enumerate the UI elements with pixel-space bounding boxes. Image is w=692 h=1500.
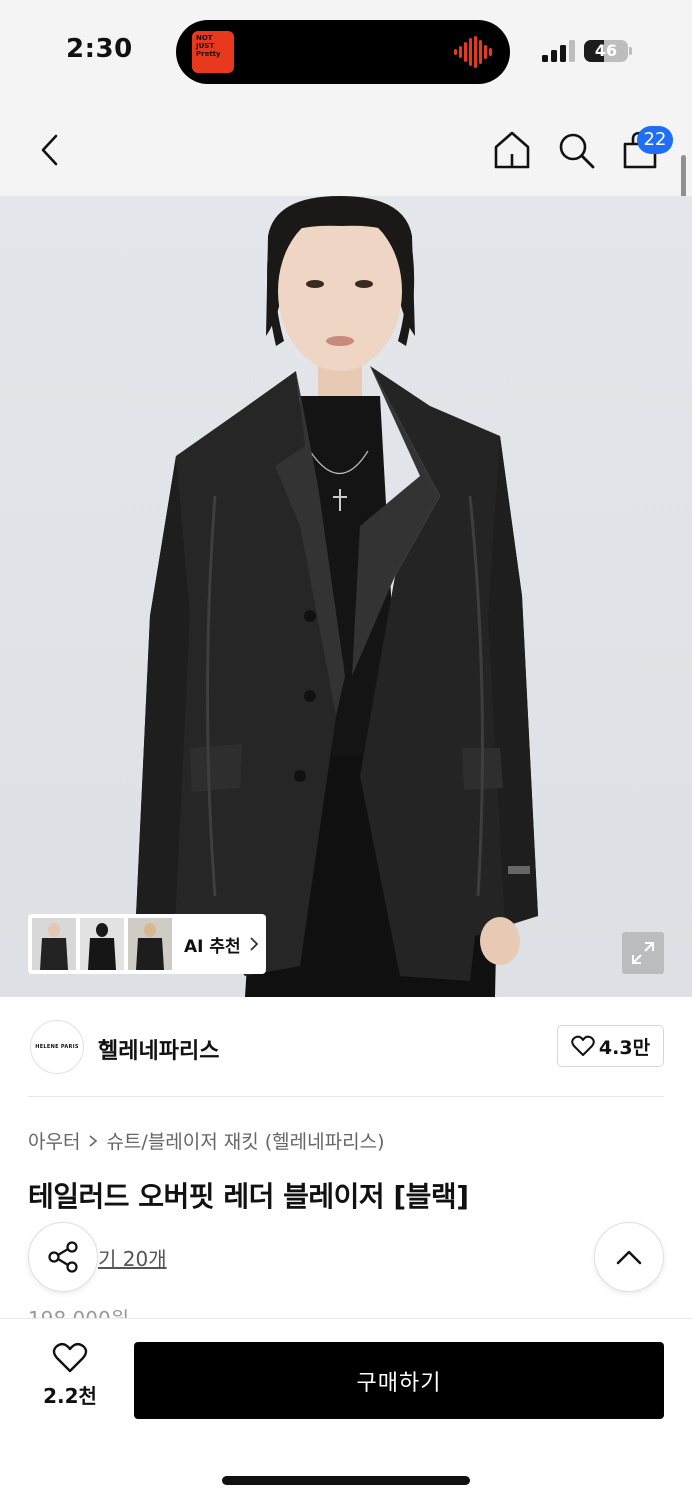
recommend-thumbnail-3[interactable] <box>128 918 172 970</box>
audio-waveform-icon <box>454 36 492 68</box>
home-icon <box>494 131 530 169</box>
brand-like-count: 4.3만 <box>598 1036 651 1059</box>
brand-logo[interactable]: HELENE PARIS <box>30 1020 84 1074</box>
chevron-right-icon <box>250 937 258 951</box>
cellular-signal-icon <box>542 40 575 62</box>
brand-like-button[interactable]: 4.3만 <box>557 1025 664 1067</box>
search-button[interactable] <box>554 128 598 172</box>
brand-logo-text: HELENE PARIS <box>35 1044 79 1050</box>
chevron-left-icon <box>41 134 58 166</box>
home-indicator[interactable] <box>222 1476 470 1485</box>
expand-icon <box>632 942 654 964</box>
scroll-to-top-button[interactable] <box>594 1222 664 1292</box>
status-time: 2:30 <box>66 34 133 64</box>
product-main-image[interactable] <box>0 196 692 997</box>
buy-button[interactable]: 구매하기 <box>134 1342 664 1419</box>
battery-percent: 46 <box>594 41 618 60</box>
status-bar: 2:30 NOT JUST Pretty 46 <box>0 0 692 100</box>
ai-recommend-card[interactable]: AI 추천 <box>28 914 266 974</box>
brand-name[interactable]: 헬레네파리스 <box>98 1033 219 1065</box>
heart-icon <box>52 1342 88 1373</box>
breadcrumb-subcategory[interactable]: 슈트/블레이저 재킷 (헬레네파리스) <box>106 1127 384 1154</box>
recommend-thumbnail-1[interactable] <box>32 918 76 970</box>
back-button[interactable] <box>28 128 72 172</box>
search-icon <box>559 133 595 169</box>
ai-recommend-label: AI 추천 <box>184 936 241 957</box>
dynamic-island[interactable]: NOT JUST Pretty <box>176 20 510 84</box>
share-icon <box>48 1241 78 1273</box>
chevron-right-icon <box>89 1134 98 1147</box>
wishlist-count: 2.2천 <box>43 1384 97 1408</box>
image-expand-button[interactable] <box>622 932 664 974</box>
product-title: 테일러드 오버핏 레더 블레이저 [블랙] <box>28 1180 469 1213</box>
heart-icon <box>571 1035 595 1056</box>
album-art-text: NOT JUST Pretty <box>196 34 221 58</box>
battery-indicator: 46 <box>584 40 628 62</box>
model-in-leather-blazer-photo <box>136 196 538 997</box>
review-count-link[interactable]: 기 20개 <box>98 1243 167 1272</box>
top-navigation-bar <box>0 100 692 196</box>
wishlist-button[interactable]: 2.2천 <box>30 1342 110 1418</box>
breadcrumb-category[interactable]: 아우터 <box>28 1127 80 1154</box>
share-button[interactable] <box>28 1222 98 1292</box>
recommend-thumbnail-2[interactable] <box>80 918 124 970</box>
battery-tip <box>629 47 632 55</box>
cart-count-badge: 22 <box>637 126 673 154</box>
breadcrumb: 아우터 슈트/블레이저 재킷 (헬레네파리스) <box>28 1127 384 1154</box>
chevron-up-icon <box>616 1250 642 1265</box>
home-button[interactable] <box>490 128 534 172</box>
section-divider <box>28 1096 664 1097</box>
